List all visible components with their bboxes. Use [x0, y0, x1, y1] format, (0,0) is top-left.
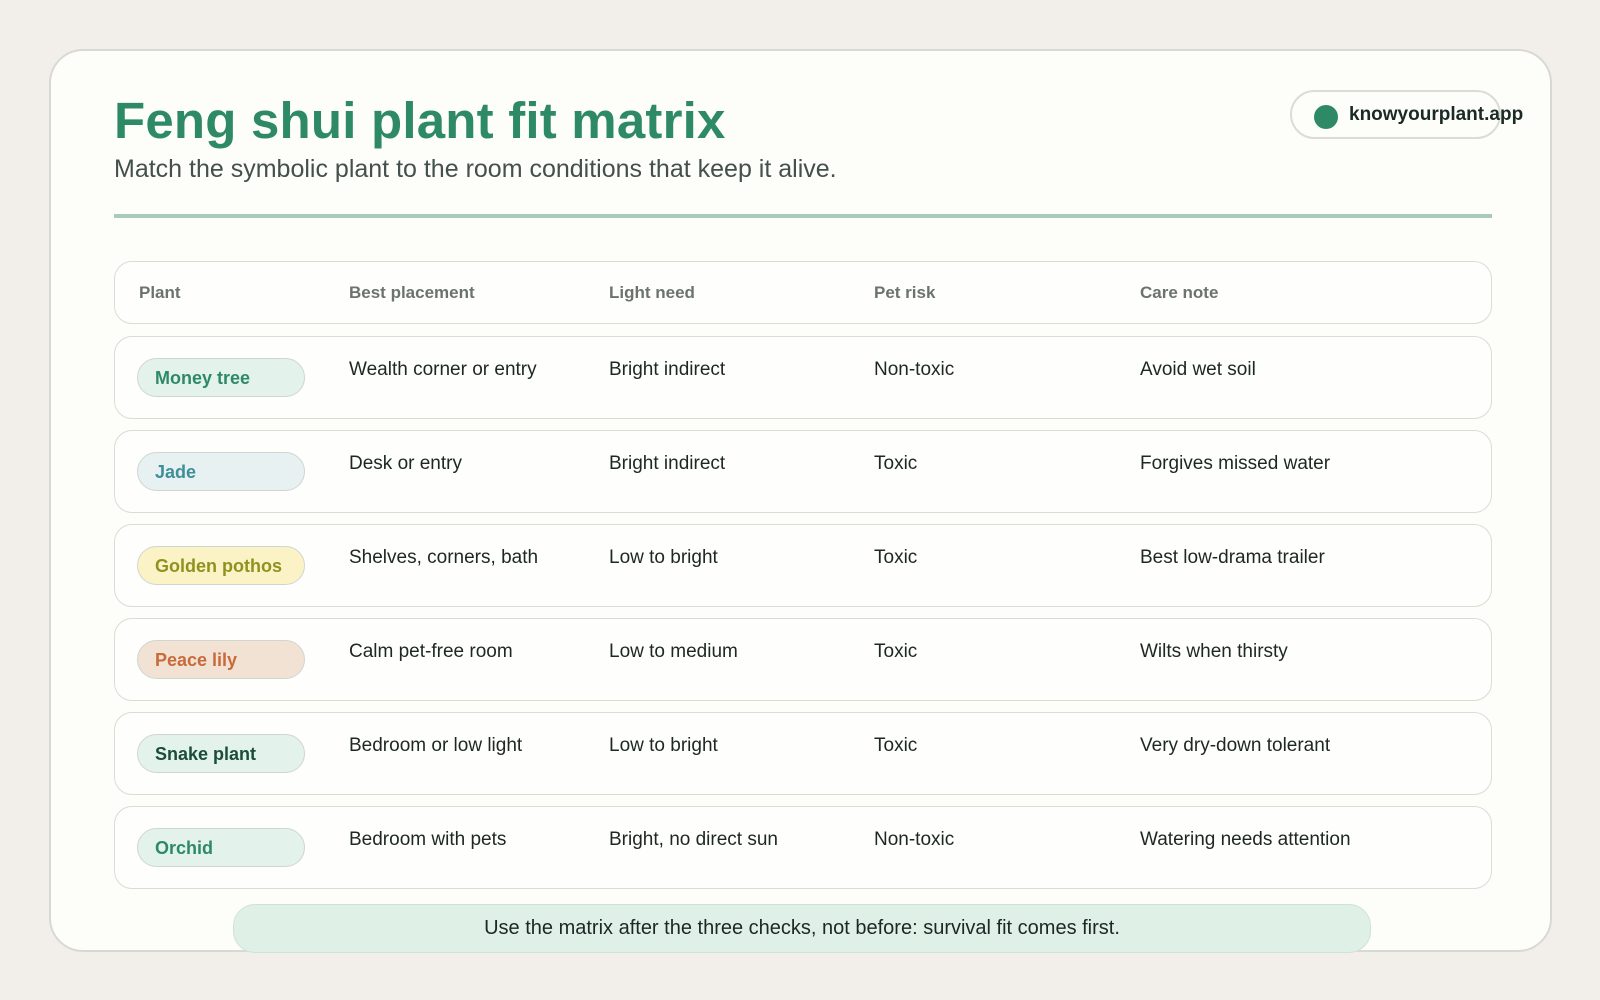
- plant-pill[interactable]: Orchid: [137, 828, 305, 867]
- care-note-cell: Very dry-down tolerant: [1140, 735, 1331, 756]
- pet-risk-cell: Toxic: [874, 735, 918, 756]
- table-row[interactable]: Jade Desk or entry Bright indirect Toxic…: [114, 430, 1492, 513]
- table-row[interactable]: Money tree Wealth corner or entry Bright…: [114, 336, 1492, 419]
- table-row[interactable]: Orchid Bedroom with pets Bright, no dire…: [114, 806, 1492, 889]
- column-header-plant: Plant: [139, 283, 181, 302]
- plant-pill[interactable]: Jade: [137, 452, 305, 491]
- table-header: Plant Best placement Light need Pet risk…: [114, 261, 1492, 324]
- page-title: Feng shui plant fit matrix: [114, 92, 726, 149]
- care-note-cell: Forgives missed water: [1140, 453, 1331, 474]
- light-cell: Low to medium: [609, 641, 738, 662]
- page-subtitle: Match the symbolic plant to the room con…: [114, 155, 837, 183]
- light-cell: Bright indirect: [609, 453, 726, 474]
- light-cell: Bright, no direct sun: [609, 829, 778, 850]
- column-header-pet-risk: Pet risk: [874, 283, 936, 302]
- care-note-cell: Best low-drama trailer: [1140, 547, 1325, 568]
- pet-risk-cell: Non-toxic: [874, 829, 955, 850]
- placement-cell: Shelves, corners, bath: [349, 547, 539, 568]
- light-cell: Bright indirect: [609, 359, 726, 380]
- table-row[interactable]: Snake plant Bedroom or low light Low to …: [114, 712, 1492, 795]
- brand-link[interactable]: knowyourplant.app: [1290, 90, 1523, 139]
- brand-dot-icon: [1314, 105, 1338, 129]
- main-card: Feng shui plant fit matrix Match the sym…: [49, 49, 1552, 953]
- pet-risk-cell: Toxic: [874, 547, 918, 568]
- plant-pill[interactable]: Snake plant: [137, 734, 305, 773]
- brand-label: knowyourplant.app: [1349, 104, 1524, 125]
- care-note-cell: Watering needs attention: [1140, 829, 1351, 850]
- placement-cell: Bedroom or low light: [349, 735, 523, 756]
- care-note-cell: Avoid wet soil: [1140, 359, 1256, 380]
- plant-pill[interactable]: Golden pothos: [137, 546, 305, 585]
- column-header-light: Light need: [609, 283, 695, 302]
- column-header-placement: Best placement: [349, 283, 475, 302]
- light-cell: Low to bright: [609, 547, 718, 568]
- footer-note: Use the matrix after the three checks, n…: [233, 904, 1371, 953]
- placement-cell: Desk or entry: [349, 453, 462, 474]
- plant-pill[interactable]: Money tree: [137, 358, 305, 397]
- column-header-care-note: Care note: [1140, 283, 1219, 302]
- pet-risk-cell: Toxic: [874, 641, 918, 662]
- plant-pill[interactable]: Peace lily: [137, 640, 305, 679]
- placement-cell: Wealth corner or entry: [349, 359, 537, 380]
- pet-risk-cell: Toxic: [874, 453, 918, 474]
- table-row[interactable]: Peace lily Calm pet-free room Low to med…: [114, 618, 1492, 701]
- care-note-cell: Wilts when thirsty: [1140, 641, 1288, 662]
- placement-cell: Calm pet-free room: [349, 641, 513, 662]
- light-cell: Low to bright: [609, 735, 718, 756]
- pet-risk-cell: Non-toxic: [874, 359, 955, 380]
- table-row[interactable]: Golden pothos Shelves, corners, bath Low…: [114, 524, 1492, 607]
- header-divider: [114, 214, 1492, 218]
- placement-cell: Bedroom with pets: [349, 829, 507, 850]
